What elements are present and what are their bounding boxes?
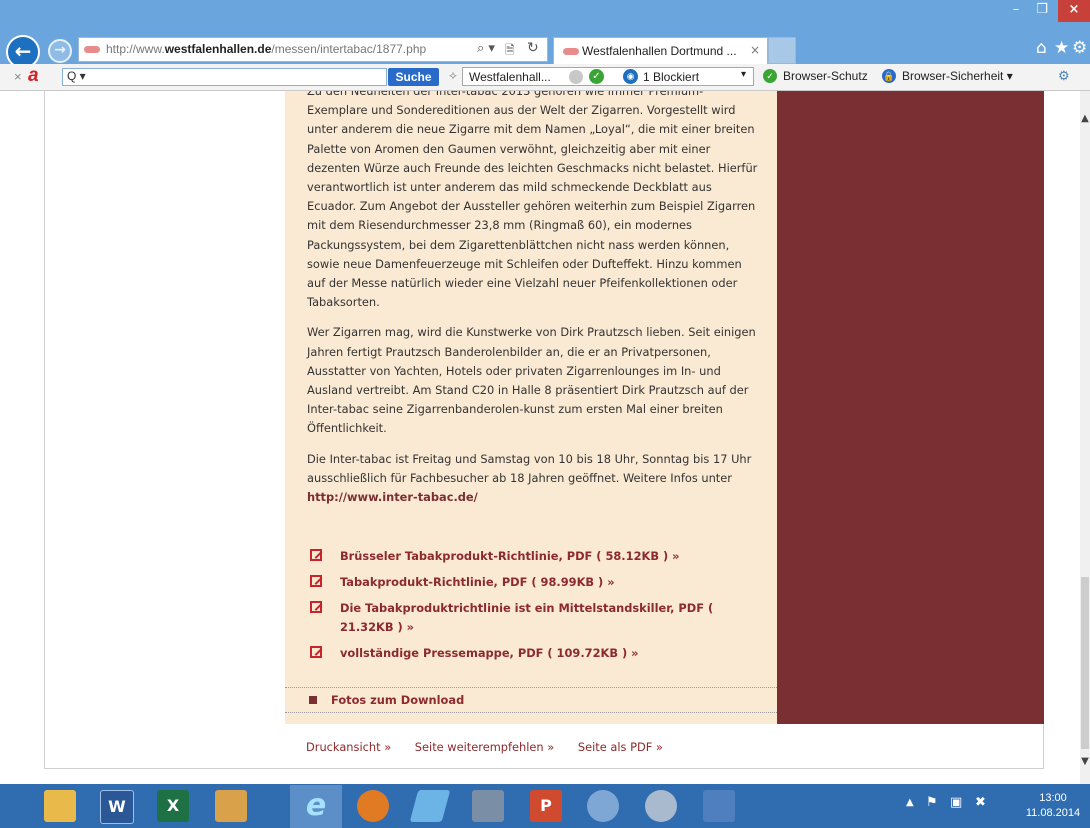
url-text[interactable]: http://www.westfalenhallen.de/messen/int… (106, 42, 426, 56)
taskbar: W X e P ▲ ⚑ ▣ ✖ 13:00 11.08.2014 (0, 784, 1090, 828)
show-hidden-icons-icon[interactable]: ▲ (906, 797, 914, 808)
site-favicon-icon (84, 46, 100, 53)
word-icon[interactable]: W (100, 790, 134, 824)
photos-download-row[interactable]: Fotos zum Download (285, 687, 777, 713)
browser-protection-button[interactable]: Browser-Schutz (783, 69, 868, 83)
download-list: Brüsseler Tabakprodukt-Richtlinie, PDF (… (310, 547, 765, 670)
rank-icon (569, 70, 583, 84)
snipping-tool-icon[interactable] (645, 790, 677, 822)
address-search-icon[interactable]: ⌕ ▾ (477, 41, 495, 56)
tab-close-icon[interactable]: × (750, 43, 760, 57)
article-paragraph: Die Inter-tabac ist Freitag und Samstag … (307, 451, 752, 505)
download-label[interactable]: Die Tabakproduktrichtlinie ist ein Mitte… (340, 601, 713, 634)
clock-date: 11.08.2014 (1025, 807, 1081, 819)
network-icon[interactable]: ▣ (950, 795, 962, 810)
page-viewport: Zu den Neuheiten der Inter-tabac 2013 ge… (0, 91, 1090, 784)
file-explorer-icon[interactable] (44, 790, 76, 822)
favorites-star-icon[interactable]: ★ (1054, 38, 1069, 58)
pdf-icon (310, 575, 322, 587)
action-center-flag-icon[interactable]: ⚑ (926, 795, 938, 810)
close-window-button[interactable]: × (1058, 0, 1090, 22)
toolbar-settings-icon[interactable]: ⚙ (1058, 68, 1070, 84)
tab-title: Westfalenhallen Dortmund ... (582, 44, 737, 58)
check-icon: ✓ (589, 69, 604, 84)
site-name: Westfalenhall... (469, 70, 551, 84)
refresh-icon[interactable]: ↻ (527, 40, 539, 56)
scroll-down-icon[interactable]: ▼ (1080, 756, 1090, 767)
toolbar-search-input[interactable]: Q ▾ (62, 68, 387, 86)
article-paragraph: Wer Zigarren mag, wird die Kunstwerke vo… (307, 325, 756, 436)
title-bar (0, 0, 1090, 34)
lock-icon: 🔒 (882, 69, 896, 83)
page-as-pdf-link[interactable]: Seite als PDF » (578, 740, 663, 754)
print-view-link[interactable]: Druckansicht » (306, 740, 391, 754)
blocked-count[interactable]: 1 Blockiert (643, 70, 699, 84)
internet-explorer-icon[interactable]: e (300, 790, 332, 822)
forward-button[interactable]: → (48, 39, 72, 63)
expand-icon (309, 696, 317, 704)
recommend-page-link[interactable]: Seite weiterempfehlen » (415, 740, 554, 754)
shield-check-icon: ✓ (763, 69, 777, 83)
download-item[interactable]: Die Tabakproduktrichtlinie ist ein Mitte… (310, 599, 765, 637)
tab-westfalenhallen[interactable]: Westfalenhallen Dortmund ... × (553, 37, 768, 65)
remote-desktop-icon[interactable] (703, 790, 735, 822)
app-icon[interactable] (409, 790, 451, 822)
download-label[interactable]: Brüsseler Tabakprodukt-Richtlinie, PDF (… (340, 549, 680, 563)
minimize-button[interactable]: – (1003, 0, 1029, 22)
calculator-icon[interactable] (472, 790, 504, 822)
search-button[interactable]: Suche (388, 68, 439, 86)
search-icon: Q ▾ (67, 69, 86, 83)
scroll-up-icon[interactable]: ▲ (1080, 113, 1090, 124)
footer-links: Druckansicht » Seite weiterempfehlen » S… (306, 740, 683, 754)
toolbar-close-icon[interactable]: × (14, 69, 22, 84)
scroll-thumb[interactable] (1081, 577, 1089, 749)
toolbar: × a Q ▾ Suche ⟡ Westfalenhall... ✓ ◉ 1 B… (0, 64, 1090, 91)
maximize-button[interactable]: ❐ (1029, 0, 1055, 22)
clock[interactable]: 13:00 11.08.2014 (1020, 791, 1086, 821)
new-tab-button[interactable] (768, 37, 796, 64)
gear-icon[interactable]: ⚙ (1072, 38, 1087, 58)
outlook-icon[interactable] (215, 790, 247, 822)
vertical-scrollbar[interactable]: ▲ ▼ (1080, 91, 1090, 784)
home-icon[interactable]: ⌂ (1036, 38, 1047, 58)
download-item[interactable]: Brüsseler Tabakprodukt-Richtlinie, PDF (… (310, 547, 765, 566)
browser-security-button[interactable]: Browser-Sicherheit ▾ (902, 69, 1013, 83)
compatibility-view-icon[interactable]: 🗎 (505, 41, 515, 62)
privacy-eye-icon: ◉ (623, 69, 638, 84)
clock-time: 13:00 (1039, 792, 1067, 804)
excel-icon[interactable]: X (157, 790, 189, 822)
volume-muted-icon[interactable]: ✖ (975, 795, 986, 810)
toolbar-logo-icon[interactable]: a (28, 65, 39, 87)
pdf-icon (310, 646, 322, 658)
article-body: Zu den Neuheiten der Inter-tabac 2013 ge… (307, 91, 762, 518)
site-rating-field[interactable]: Westfalenhall... ✓ ◉ 1 Blockiert ▾ (462, 67, 754, 86)
powerpoint-icon[interactable]: P (530, 790, 562, 822)
inter-tabac-link[interactable]: http://www.inter-tabac.de/ (307, 490, 478, 504)
pdf-icon (310, 601, 322, 613)
paint-icon[interactable] (587, 790, 619, 822)
download-label[interactable]: vollständige Pressemappe, PDF ( 109.72KB… (340, 646, 639, 660)
photos-download-label[interactable]: Fotos zum Download (331, 693, 464, 707)
right-sidebar (777, 91, 1044, 724)
article-paragraph: Zu den Neuheiten der Inter-tabac 2013 ge… (307, 91, 758, 310)
download-item[interactable]: vollständige Pressemappe, PDF ( 109.72KB… (310, 644, 765, 663)
tab-favicon-icon (563, 48, 579, 55)
pdf-icon (310, 549, 322, 561)
firefox-icon[interactable] (357, 790, 389, 822)
download-item[interactable]: Tabakprodukt-Richtlinie, PDF ( 98.99KB )… (310, 573, 765, 592)
chevron-down-icon[interactable]: ▾ (741, 69, 746, 80)
address-bar[interactable]: http://www.westfalenhallen.de/messen/int… (78, 37, 548, 62)
download-label[interactable]: Tabakprodukt-Richtlinie, PDF ( 98.99KB )… (340, 575, 615, 589)
toolbar-separator-icon: ⟡ (449, 68, 457, 82)
